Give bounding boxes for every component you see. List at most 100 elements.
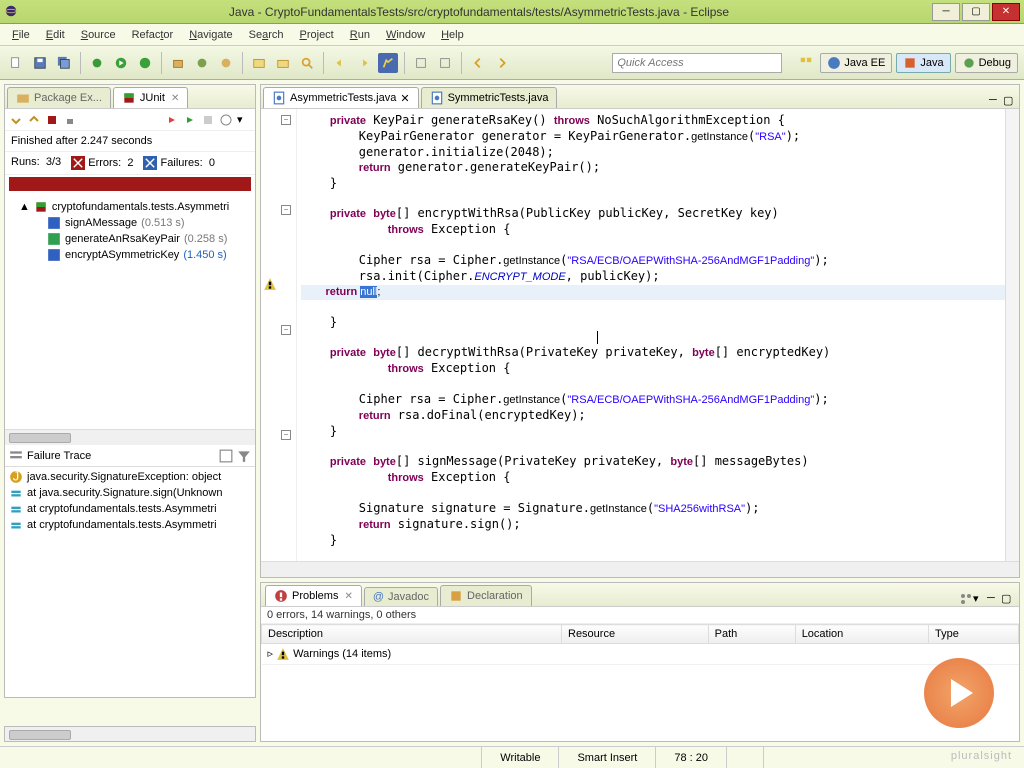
maximize-button[interactable]: ▢ — [962, 3, 990, 21]
prev-failure-icon[interactable] — [27, 113, 41, 127]
horizontal-scrollbar[interactable] — [5, 429, 255, 445]
editor-tab-symmetric[interactable]: SymmetricTests.java — [421, 87, 558, 108]
text-cursor — [597, 331, 598, 344]
perspective-javaee[interactable]: Java EE — [820, 53, 892, 73]
perspective-debug[interactable]: Debug — [955, 53, 1018, 73]
error-marker-icon[interactable] — [263, 277, 277, 291]
minimize-view-icon[interactable]: ─ — [987, 592, 1001, 606]
left-bottom-scrollbar[interactable] — [4, 726, 256, 742]
maximize-view-icon[interactable]: ▢ — [1003, 94, 1017, 108]
failures-only-icon[interactable] — [45, 113, 59, 127]
quick-access-input[interactable] — [612, 53, 782, 73]
folder-button[interactable] — [273, 53, 293, 73]
run-last-button[interactable] — [135, 53, 155, 73]
debug-button[interactable] — [87, 53, 107, 73]
menu-navigate[interactable]: Navigate — [181, 27, 240, 43]
fold-icon[interactable]: − — [281, 205, 291, 215]
fold-icon[interactable]: − — [281, 430, 291, 440]
annotation-prev-button[interactable] — [330, 53, 350, 73]
eclipse-icon — [4, 4, 20, 20]
compare-icon[interactable] — [219, 449, 233, 463]
scroll-lock-icon[interactable] — [63, 113, 77, 127]
junit-finished-label: Finished after 2.247 seconds — [5, 131, 255, 152]
back-button[interactable] — [468, 53, 488, 73]
menu-window[interactable]: Window — [378, 27, 433, 43]
col-location[interactable]: Location — [795, 625, 928, 644]
menu-run[interactable]: Run — [342, 27, 378, 43]
tab-declaration[interactable]: Declaration — [440, 585, 532, 606]
next-failure-icon[interactable] — [9, 113, 23, 127]
tree-test-row[interactable]: encryptASymmetricKey (1.450 s) — [7, 247, 253, 263]
save-all-button[interactable] — [54, 53, 74, 73]
maximize-view-icon[interactable]: ▢ — [1001, 592, 1015, 606]
svg-text:J: J — [13, 470, 19, 484]
minimize-view-icon[interactable]: ─ — [989, 94, 1003, 108]
rerun-failed-icon[interactable] — [183, 113, 197, 127]
menu-file[interactable]: File — [4, 27, 38, 43]
history-icon[interactable] — [219, 113, 233, 127]
close-icon[interactable]: ✕ — [344, 591, 352, 602]
problems-view: Problems✕ @ Javadoc Declaration ▾ ─ ▢ 0 … — [260, 582, 1020, 742]
forward-button[interactable] — [492, 53, 512, 73]
junit-counters: Runs: 3/3 Errors: 2 Failures: 0 — [5, 152, 255, 175]
filter-icon[interactable] — [237, 449, 251, 463]
tree-test-row[interactable]: generateAnRsaKeyPair (0.258 s) — [7, 231, 253, 247]
tree-test-row[interactable]: signAMessage (0.513 s) — [7, 215, 253, 231]
stop-icon[interactable] — [201, 113, 215, 127]
rerun-icon[interactable] — [165, 113, 179, 127]
new-type-button[interactable] — [216, 53, 236, 73]
exception-icon: J — [9, 470, 23, 484]
quick-access — [612, 53, 782, 73]
tab-package-explorer[interactable]: Package Ex... — [7, 87, 111, 108]
editor-tab-asymmetric[interactable]: AsymmetricTests.java✕ — [263, 87, 419, 108]
open-perspective-button[interactable] — [796, 53, 816, 73]
fold-icon[interactable]: − — [281, 115, 291, 125]
menu-refactor[interactable]: Refactor — [124, 27, 182, 43]
junit-progress-bar — [9, 177, 251, 191]
menu-edit[interactable]: Edit — [38, 27, 73, 43]
tab-junit[interactable]: JUnit✕ — [113, 87, 188, 108]
col-type[interactable]: Type — [928, 625, 1018, 644]
failure-trace[interactable]: Jjava.security.SignatureException: objec… — [5, 467, 255, 697]
table-row[interactable]: ▹ Warnings (14 items) — [262, 644, 1019, 665]
search-button[interactable] — [297, 53, 317, 73]
view-menu-icon[interactable] — [959, 592, 973, 606]
col-description[interactable]: Description — [262, 625, 562, 644]
window-titlebar: Java - CryptoFundamentalsTests/src/crypt… — [0, 0, 1024, 24]
dropdown-icon[interactable]: ▾ — [973, 592, 987, 606]
close-icon[interactable]: ✕ — [171, 93, 179, 104]
fold-icon[interactable]: − — [281, 325, 291, 335]
col-path[interactable]: Path — [708, 625, 795, 644]
stack-icon — [9, 449, 23, 463]
menu-project[interactable]: Project — [292, 27, 342, 43]
junit-tree[interactable]: ▲ cryptofundamentals.tests.Asymmetri sig… — [5, 195, 255, 429]
new-class-button[interactable] — [192, 53, 212, 73]
tree-suite-row[interactable]: ▲ cryptofundamentals.tests.Asymmetri — [7, 199, 253, 215]
open-type-button[interactable] — [249, 53, 269, 73]
minimize-button[interactable]: ─ — [932, 3, 960, 21]
editor-horizontal-scrollbar[interactable] — [261, 561, 1019, 577]
close-icon[interactable]: ✕ — [400, 92, 409, 105]
mark-button[interactable] — [378, 53, 398, 73]
menu-help[interactable]: Help — [433, 27, 472, 43]
menu-search[interactable]: Search — [241, 27, 292, 43]
menu-source[interactable]: Source — [73, 27, 124, 43]
refresh-button[interactable] — [435, 53, 455, 73]
tab-problems[interactable]: Problems✕ — [265, 585, 362, 606]
col-resource[interactable]: Resource — [562, 625, 709, 644]
problems-table[interactable]: Description Resource Path Location Type … — [261, 624, 1019, 741]
save-button[interactable] — [30, 53, 50, 73]
new-button[interactable] — [6, 53, 26, 73]
perspective-java[interactable]: Java — [896, 53, 950, 73]
editor-gutter[interactable]: − − − − — [261, 109, 297, 561]
pin-button[interactable] — [411, 53, 431, 73]
annotation-next-button[interactable] — [354, 53, 374, 73]
run-button[interactable] — [111, 53, 131, 73]
view-menu-icon[interactable]: ▾ — [237, 113, 251, 127]
close-button[interactable]: ✕ — [992, 3, 1020, 21]
overview-ruler[interactable] — [1005, 109, 1019, 561]
failure-trace-title: Failure Trace — [27, 450, 215, 462]
new-package-button[interactable] — [168, 53, 188, 73]
tab-javadoc[interactable]: @ Javadoc — [364, 587, 438, 606]
code-editor[interactable]: private KeyPair generateRsaKey() throws … — [297, 109, 1005, 561]
